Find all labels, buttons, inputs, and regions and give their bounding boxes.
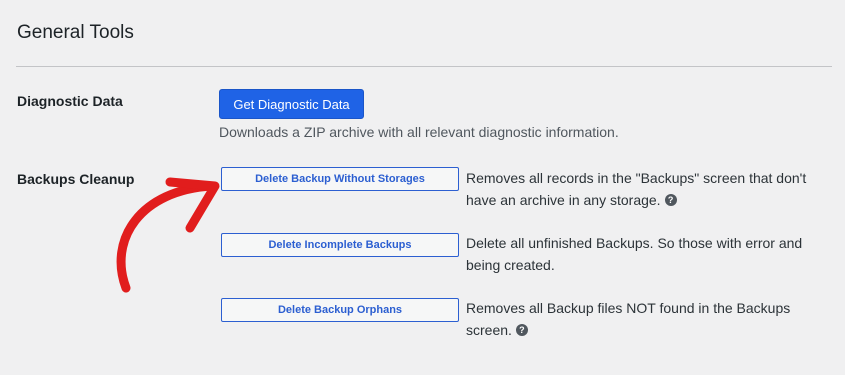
question-circle-icon[interactable]: ? (515, 324, 528, 337)
diagnostic-hint: Downloads a ZIP archive with all relevan… (219, 124, 619, 140)
description-text: Removes all Backup files NOT found in th… (466, 300, 791, 338)
delete-backup-orphans-button[interactable]: Delete Backup Orphans (221, 298, 459, 322)
red-arrow-annotation (116, 177, 220, 293)
delete-without-storages-description: Removes all records in the "Backups" scr… (466, 167, 836, 211)
diagnostic-data-label: Diagnostic Data (17, 93, 123, 109)
delete-incomplete-backups-button[interactable]: Delete Incomplete Backups (221, 233, 459, 257)
description-text: Removes all records in the "Backups" scr… (466, 170, 807, 208)
delete-incomplete-description: Delete all unfinished Backups. So those … (466, 232, 836, 276)
page-title: General Tools (17, 22, 134, 43)
delete-orphans-description: Removes all Backup files NOT found in th… (466, 297, 836, 341)
question-circle-icon[interactable]: ? (664, 194, 677, 207)
title-divider (16, 66, 832, 67)
delete-backup-without-storages-button[interactable]: Delete Backup Without Storages (221, 167, 459, 191)
description-text: Delete all unfinished Backups. So those … (466, 235, 803, 273)
get-diagnostic-data-button[interactable]: Get Diagnostic Data (219, 89, 364, 119)
